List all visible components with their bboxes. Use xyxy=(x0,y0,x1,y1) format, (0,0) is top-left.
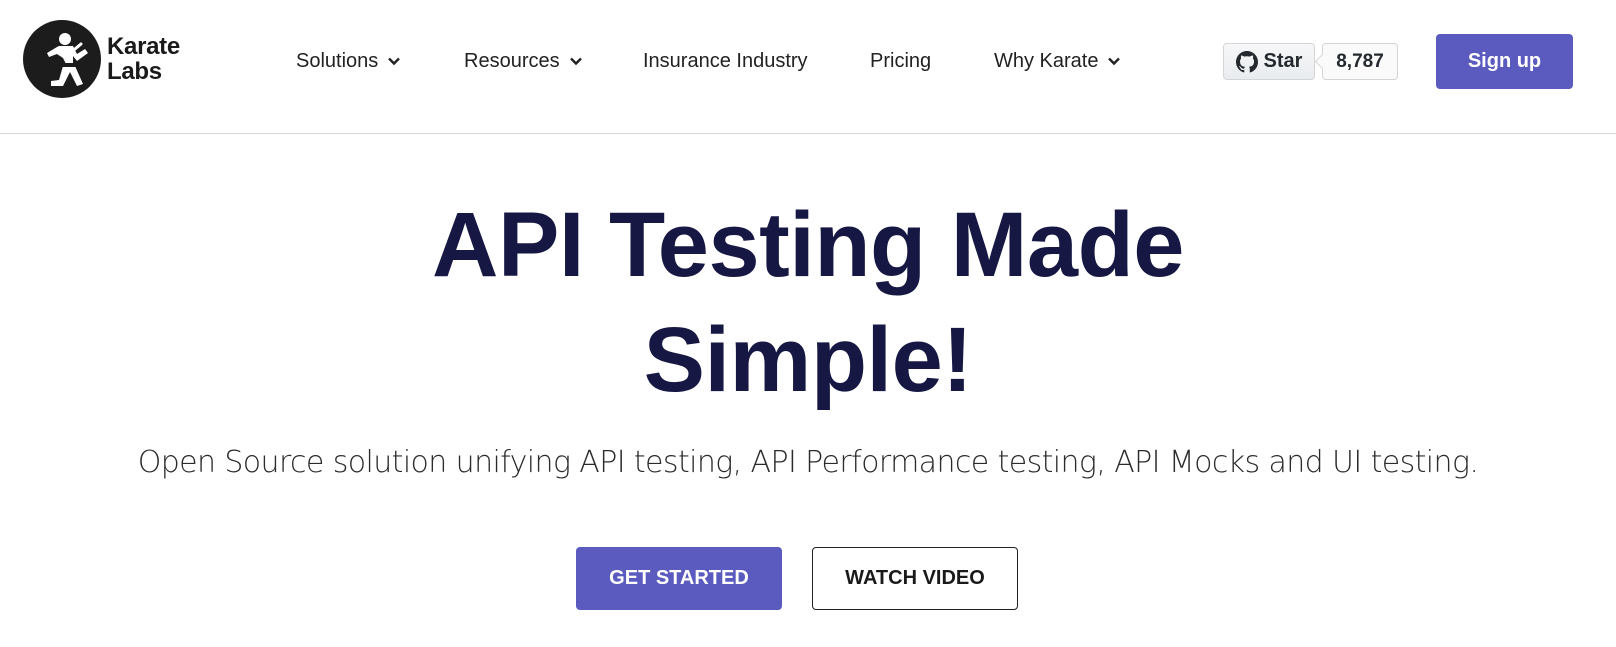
brand-line-2: Labs xyxy=(107,58,162,85)
nav-item-label: Solutions xyxy=(296,49,379,72)
brand-line-1: Karate xyxy=(107,33,180,60)
nav-item-label: Insurance Industry xyxy=(643,49,808,72)
sign-up-button[interactable]: Sign up xyxy=(1436,34,1573,89)
github-star-count[interactable]: 8,787 xyxy=(1322,43,1398,80)
nav-item-insurance-industry[interactable]: Insurance Industry xyxy=(643,50,808,73)
nav-item-solutions[interactable]: Solutions xyxy=(296,50,401,73)
nav-item-resources[interactable]: Resources xyxy=(464,50,583,73)
nav-item-label: Why Karate xyxy=(994,49,1099,72)
chevron-down-icon xyxy=(569,57,582,66)
github-icon xyxy=(1235,50,1258,72)
site-header: Karate Labs Solutions Resources Insuranc… xyxy=(0,0,1616,134)
github-star-button[interactable]: Star xyxy=(1223,43,1315,80)
hero-title-line-2: Simple! xyxy=(643,309,973,411)
nav-item-label: Resources xyxy=(464,49,560,72)
watch-video-button[interactable]: WATCH VIDEO xyxy=(812,547,1018,610)
chevron-down-icon xyxy=(1108,57,1121,66)
hero-title-line-1: API Testing Made xyxy=(432,194,1184,296)
hero-subtitle: Open Source solution unifying API testin… xyxy=(137,445,1479,480)
github-star-label: Star xyxy=(1263,50,1303,72)
nav-item-pricing[interactable]: Pricing xyxy=(870,50,931,73)
brand-name: Karate Labs xyxy=(107,34,180,84)
get-started-button[interactable]: GET STARTED xyxy=(576,547,782,610)
nav-item-label: Pricing xyxy=(870,49,932,72)
karate-fighter-logo-icon xyxy=(23,20,101,98)
github-star-widget: Star 8,787 xyxy=(1223,43,1398,80)
karate-labs-logo[interactable]: Karate Labs xyxy=(23,20,180,98)
hero-title: API Testing Made Simple! xyxy=(0,188,1616,418)
nav-item-why-karate[interactable]: Why Karate xyxy=(994,50,1121,73)
chevron-down-icon xyxy=(388,57,401,66)
